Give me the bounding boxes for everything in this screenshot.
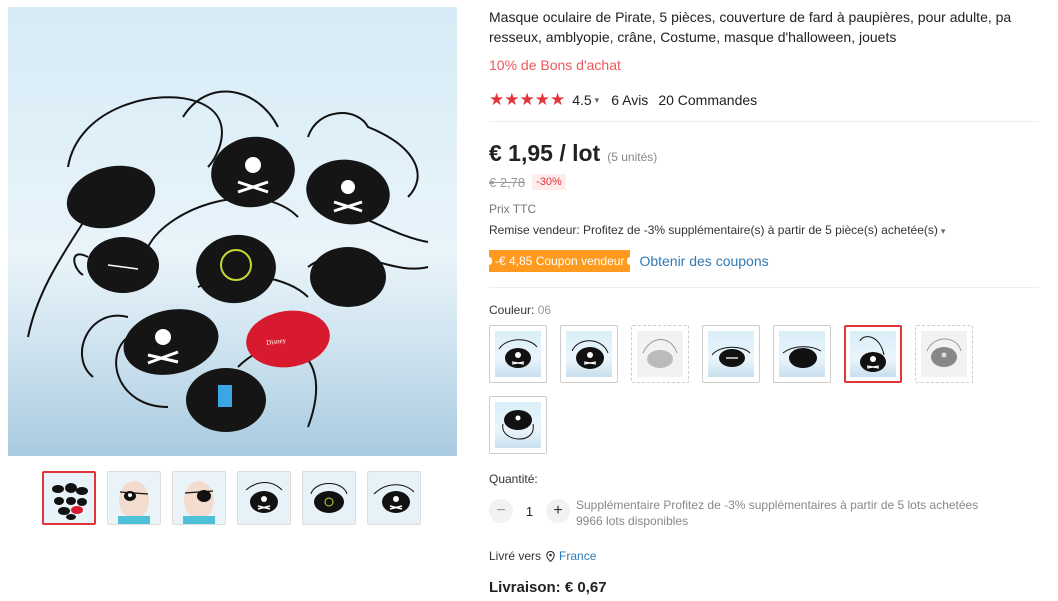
rating-stars-icon: ★★★★★ <box>489 90 566 109</box>
swatch-image <box>498 339 538 368</box>
product-title: Masque oculaire de Pirate, 5 pièces, cou… <box>489 9 1012 45</box>
divider <box>489 121 1039 122</box>
tax-note: Prix TTC <box>489 202 537 216</box>
swatch-image <box>642 339 678 368</box>
quantity-input[interactable]: 1 <box>513 504 546 519</box>
thumbnail-image <box>368 472 420 524</box>
ship-to-country-link[interactable]: France <box>559 549 596 563</box>
quantity-extra-discount: Supplémentaire Profitez de -3% supplémen… <box>576 498 979 512</box>
thumbnail-3[interactable] <box>172 471 226 525</box>
location-pin-icon <box>546 550 555 562</box>
promo-label[interactable]: 10% de Bons d'achat <box>489 57 621 73</box>
seller-discount-text: Remise vendeur: Profitez de -3% suppléme… <box>489 223 938 237</box>
thumbnail-2[interactable] <box>107 471 161 525</box>
thumbnail-4[interactable] <box>237 471 291 525</box>
ship-to-row: Livré vers France <box>489 549 596 563</box>
swatch-image <box>711 346 751 367</box>
color-swatch-03[interactable] <box>631 325 689 383</box>
color-label-text: Couleur: <box>489 303 538 317</box>
reviews-link[interactable]: 6 Avis <box>611 92 648 108</box>
divider <box>489 287 1039 288</box>
color-swatch-01[interactable] <box>489 325 547 383</box>
color-swatch-06[interactable] <box>844 325 902 383</box>
orders-count: 20 Commandes <box>658 92 758 108</box>
ship-to-label: Livré vers <box>489 549 542 563</box>
original-price: € 2,78 <box>489 174 526 190</box>
thumbnail-6[interactable] <box>367 471 421 525</box>
chevron-down-icon[interactable]: ▾ <box>595 95 600 106</box>
color-swatch-04[interactable] <box>702 325 760 383</box>
rating-row: ★★★★★ 4.5 ▾ 6 Avis 20 Commandes <box>489 90 757 110</box>
stock-available: 9966 lots disponibles <box>576 514 689 528</box>
color-swatches <box>489 325 989 454</box>
color-label: Couleur: 06 <box>489 303 551 317</box>
original-price-row: € 2,78 -30% <box>489 174 566 190</box>
quantity-label: Quantité: <box>489 472 538 486</box>
coupon-row: -€ 4,85 Coupon vendeur Obtenir des coupo… <box>485 250 769 272</box>
swatch-image <box>782 346 822 368</box>
thumbnail-image <box>238 472 290 524</box>
color-swatch-02[interactable] <box>560 325 618 383</box>
rating-value[interactable]: 4.5 <box>572 92 591 108</box>
thumbnail-1[interactable] <box>42 471 96 525</box>
thumbnail-image <box>108 472 160 524</box>
thumbnail-image <box>303 472 355 524</box>
seller-discount[interactable]: Remise vendeur: Profitez de -3% suppléme… <box>489 223 945 237</box>
thumbnail-image <box>44 473 94 523</box>
swatch-image <box>502 410 534 440</box>
seller-coupon-badge[interactable]: -€ 4,85 Coupon vendeur <box>485 250 634 272</box>
color-swatch-08[interactable] <box>489 396 547 454</box>
current-price: € 1,95 / lot <box>489 140 601 166</box>
delivery-cost: Livraison: € 0,67 <box>489 579 607 596</box>
quantity-stepper: − 1 + <box>489 499 570 523</box>
decrease-quantity-button[interactable]: − <box>489 499 513 523</box>
quantity-info: Supplémentaire Profitez de -3% supplémen… <box>576 497 978 529</box>
thumbnail-image <box>173 472 225 524</box>
selected-color: 06 <box>537 303 552 317</box>
color-swatch-07[interactable] <box>915 325 973 383</box>
increase-quantity-button[interactable]: + <box>546 499 570 523</box>
get-coupons-link[interactable]: Obtenir des coupons <box>639 253 768 269</box>
product-info: Masque oculaire de Pirate, 5 pièces, cou… <box>485 7 1039 596</box>
swatch-image <box>926 338 962 367</box>
color-swatch-05[interactable] <box>773 325 831 383</box>
units-per-lot: (5 unités) <box>607 150 658 164</box>
pirate-eye-patches-image: Disney <box>27 90 429 432</box>
discount-badge: -30% <box>532 174 566 190</box>
chevron-down-icon: ▾ <box>940 226 946 236</box>
main-product-image[interactable]: Disney <box>8 7 457 456</box>
swatch-image <box>571 340 609 369</box>
price-row: € 1,95 / lot (5 unités) <box>489 140 657 167</box>
swatch-image <box>859 336 886 372</box>
thumbnail-strip <box>42 471 421 525</box>
thumbnail-5[interactable] <box>302 471 356 525</box>
